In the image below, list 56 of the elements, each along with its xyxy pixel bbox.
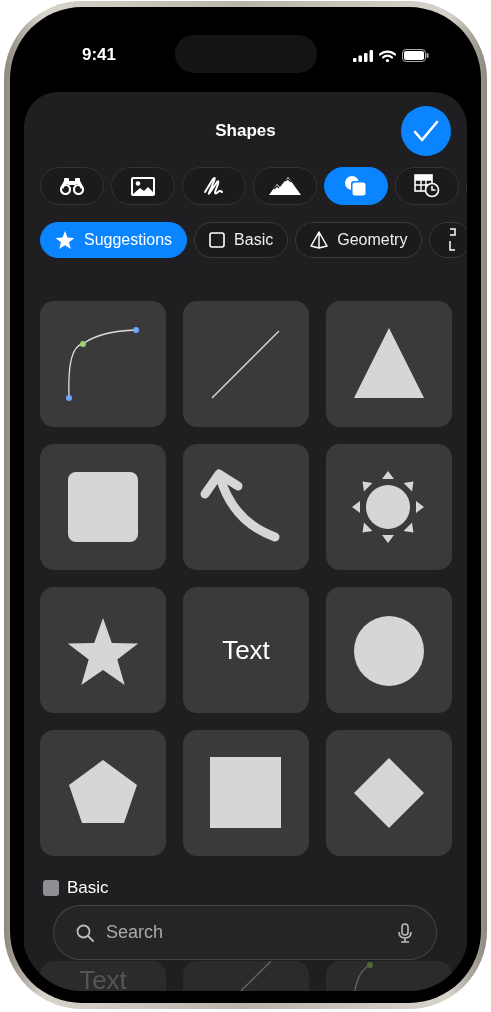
category-chip[interactable]: Geometry	[295, 222, 423, 258]
toolbar-tab[interactable]	[40, 167, 104, 205]
microphone-icon	[398, 922, 412, 943]
sheet-title: Shapes	[215, 121, 276, 141]
square-icon	[43, 880, 59, 896]
shape-tile[interactable]	[326, 301, 452, 427]
toolbar-tab[interactable]	[395, 167, 459, 205]
category-chip[interactable]: Basic	[194, 222, 289, 258]
table-clock-icon	[414, 174, 440, 198]
star-icon	[55, 230, 75, 250]
rounded-square-shape	[68, 472, 138, 542]
pentagon-shape	[69, 760, 137, 823]
shape-tile[interactable]	[40, 587, 166, 713]
binoculars-icon	[59, 177, 85, 195]
shape-tile[interactable]	[183, 301, 309, 427]
shape-tile[interactable]	[326, 730, 452, 856]
category-chip[interactable]: Suggestions	[40, 222, 188, 258]
text-label: Text	[222, 634, 270, 666]
mountains-icon	[269, 177, 301, 195]
line-shape	[240, 961, 272, 991]
line-shape	[211, 330, 280, 399]
scribble-icon	[203, 176, 225, 196]
shape-tile[interactable]	[326, 587, 452, 713]
signal-icon	[353, 49, 373, 62]
shape-tile[interactable]: Text	[183, 587, 309, 713]
search-icon	[76, 923, 94, 942]
status-time: 9:41	[82, 44, 117, 65]
shape-tile[interactable]	[183, 730, 309, 856]
toolbar-tab[interactable]	[253, 167, 317, 205]
triangle-shape	[354, 328, 424, 398]
done-button[interactable]	[401, 106, 451, 156]
search-input[interactable]: Search	[104, 921, 388, 944]
curve-shape	[354, 962, 373, 991]
wifi-icon	[379, 49, 396, 62]
shape-tile[interactable]	[40, 444, 166, 570]
star-shape	[67, 618, 139, 685]
toolbar-tab[interactable]	[111, 167, 175, 205]
search-field[interactable]: Search	[53, 905, 437, 960]
square-shape	[210, 757, 281, 828]
shape-tile[interactable]	[40, 301, 166, 427]
square-icon	[209, 232, 226, 248]
toolbar-tab[interactable]	[182, 167, 246, 205]
pyramid-icon	[310, 231, 329, 249]
shapes-icon	[344, 175, 368, 197]
circle-shape	[354, 616, 424, 686]
category-chip[interactable]	[429, 222, 467, 258]
section-title: Basic	[67, 878, 109, 898]
shape-tile[interactable]	[183, 444, 309, 570]
battery-icon	[402, 49, 429, 62]
checkmark-icon	[413, 120, 439, 142]
image-icon	[131, 176, 155, 196]
shape-tile[interactable]	[40, 730, 166, 856]
toolbar-tab[interactable]	[324, 167, 388, 205]
sun-shape	[352, 471, 424, 543]
diamond-shape	[354, 758, 424, 828]
shape-tile[interactable]	[326, 444, 452, 570]
